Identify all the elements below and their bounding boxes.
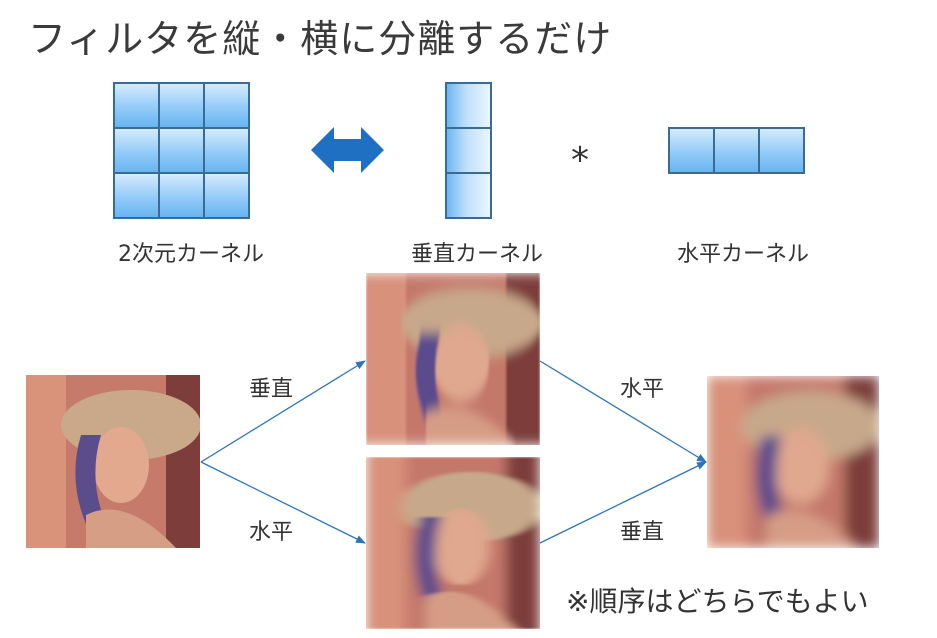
flow-label-horizontal-first: 水平 xyxy=(249,520,294,545)
flow-label-vertical-second: 垂直 xyxy=(620,520,665,545)
flow-arrows xyxy=(200,360,707,544)
flow-label-horizontal-second: 水平 xyxy=(620,377,665,402)
flow-label-vertical-first: 垂直 xyxy=(249,377,294,402)
order-note: ※順序はどちらでもよい xyxy=(566,585,869,618)
